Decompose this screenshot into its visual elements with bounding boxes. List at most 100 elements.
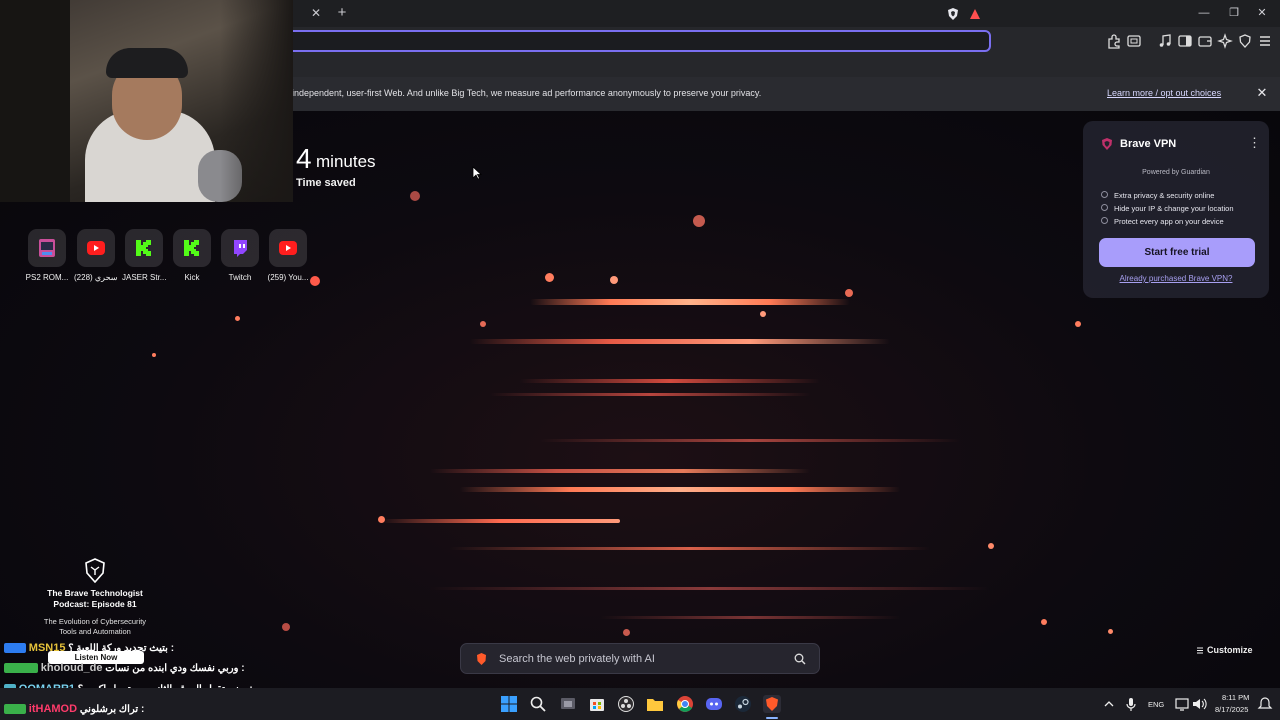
top-site-tile[interactable]: [28, 229, 66, 267]
top-site-tile[interactable]: [77, 229, 115, 267]
chevron-up-icon[interactable]: [1103, 695, 1115, 713]
banner-close-button[interactable]: ✕: [1255, 85, 1269, 101]
chrome-icon[interactable]: [676, 695, 694, 713]
chat-username: itHAMOD: [28, 703, 78, 715]
top-site-label: PS2 ROM...: [25, 273, 69, 282]
wallet-icon[interactable]: [1197, 33, 1213, 49]
youtube-icon: [279, 241, 297, 255]
search-box[interactable]: Search the web privately with AI: [460, 643, 820, 674]
brave-logo-icon: [477, 653, 486, 665]
tab-close-button[interactable]: ✕: [308, 5, 324, 21]
clock-date[interactable]: 8/17/2025: [1215, 705, 1248, 714]
customize-icon[interactable]: [1196, 646, 1204, 655]
media-icon[interactable]: [1157, 33, 1173, 49]
brave-browser-icon[interactable]: [763, 695, 781, 713]
start-free-trial-button[interactable]: Start free trial: [1099, 238, 1255, 267]
address-bar[interactable]: [282, 30, 991, 52]
vpn-title: Brave VPN: [1120, 138, 1177, 150]
top-site-tile[interactable]: [221, 229, 259, 267]
top-site-label: JASER Str...: [122, 273, 166, 282]
vpn-shield-icon: [1102, 138, 1112, 150]
kick-icon: [184, 240, 199, 256]
notification-bell-icon[interactable]: [1256, 695, 1274, 713]
brave-lion-icon: [85, 558, 105, 583]
top-site-label: (259) You...: [267, 273, 309, 282]
task-view-icon[interactable]: [559, 695, 577, 713]
menu-icon[interactable]: [1257, 33, 1273, 49]
clock-time[interactable]: 8:11 PM: [1222, 693, 1249, 702]
chat-badge-icon: [4, 643, 26, 654]
already-purchased-link[interactable]: Already purchased Brave VPN?: [1083, 274, 1269, 283]
chat-text: وربي نفسك ودي ابنده من نسات :: [105, 663, 245, 674]
customize-button[interactable]: Customize: [1207, 645, 1253, 655]
opt-out-link[interactable]: Learn more / opt out choices: [1107, 88, 1221, 98]
top-site-youtube-2[interactable]: (259) You...: [266, 229, 310, 282]
top-site-youtube-1[interactable]: (228) سحري...: [74, 229, 118, 282]
check-icon: [1101, 191, 1108, 198]
tab-search-icon[interactable]: [1126, 33, 1142, 49]
top-site-label: Kick: [184, 273, 200, 282]
microphone-icon[interactable]: [1124, 695, 1138, 713]
active-app-indicator: [766, 717, 778, 719]
new-tab-button[interactable]: +: [334, 4, 350, 22]
top-site-label: Twitch: [228, 273, 252, 282]
kick-icon: [136, 240, 151, 256]
podcast-title-line: The Brave Technologist: [47, 588, 143, 598]
search-icon[interactable]: [794, 653, 806, 665]
extensions-icon[interactable]: [1106, 33, 1122, 49]
podcast-title-line: Podcast: Episode 81: [53, 599, 137, 609]
time-saved-label: Time saved: [296, 177, 356, 189]
chat-message: kholoud_de وربي نفسك ودي ابنده من نسات :: [4, 662, 245, 674]
vpn-feature: Protect every app on your device: [1114, 217, 1224, 226]
top-site-ps2[interactable]: PS2 ROM...: [25, 229, 69, 282]
chat-username: kholoud_de: [40, 662, 103, 674]
language-indicator[interactable]: ENG: [1148, 700, 1164, 709]
brave-vpn-card: Brave VPN ⋮ Powered by Guardian Extra pr…: [1083, 121, 1269, 298]
search-icon[interactable]: [529, 695, 547, 713]
brave-shields-icon[interactable]: [946, 7, 960, 21]
discord-icon[interactable]: [705, 695, 723, 713]
obs-icon[interactable]: [617, 695, 635, 713]
ps2-icon: [39, 239, 55, 257]
vpn-feature: Extra privacy & security online: [1114, 191, 1215, 200]
mouse-cursor-icon: [472, 166, 482, 180]
time-saved-unit: minutes: [316, 152, 376, 171]
file-explorer-icon[interactable]: [646, 695, 664, 713]
top-site-tile[interactable]: [173, 229, 211, 267]
podcast-title: The Brave Technologist Podcast: Episode …: [0, 588, 190, 610]
restore-button[interactable]: ❐: [1226, 5, 1242, 21]
windows-start-icon[interactable]: [500, 695, 518, 713]
leo-ai-icon[interactable]: [1217, 33, 1233, 49]
top-site-twitch[interactable]: Twitch: [218, 229, 262, 282]
top-site-tile[interactable]: [125, 229, 163, 267]
podcast-subtitle-line: Tools and Automation: [59, 627, 131, 636]
top-site-tile[interactable]: [269, 229, 307, 267]
sidebar-icon[interactable]: [1177, 33, 1193, 49]
volume-icon[interactable]: [1191, 695, 1209, 713]
podcast-subtitle: The Evolution of Cybersecurity Tools and…: [0, 617, 190, 637]
webcam-overlay: [0, 0, 293, 202]
vpn-shield-icon[interactable]: [1237, 33, 1253, 49]
close-window-button[interactable]: ✕: [1254, 5, 1270, 21]
twitch-icon: [234, 240, 247, 257]
banner-text: independent, user-first Web. And unlike …: [292, 88, 762, 98]
chat-text: تراك برشلوني :: [79, 704, 145, 715]
search-placeholder: Search the web privately with AI: [499, 653, 655, 665]
vpn-powered-by: Powered by Guardian: [1142, 169, 1210, 176]
vpn-more-icon[interactable]: ⋮: [1248, 135, 1261, 151]
top-site-jaser[interactable]: JASER Str...: [122, 229, 166, 282]
top-site-label: (228) سحري...: [74, 273, 118, 282]
store-icon[interactable]: [588, 695, 606, 713]
chat-badge-icon: [4, 704, 26, 715]
vpn-feature: Hide your IP & change your location: [1114, 204, 1234, 213]
steam-icon[interactable]: [734, 695, 752, 713]
minimize-button[interactable]: —: [1196, 5, 1212, 21]
check-icon: [1101, 204, 1108, 211]
top-site-kick[interactable]: Kick: [170, 229, 214, 282]
chat-badge-icon: [4, 663, 38, 674]
check-icon: [1101, 217, 1108, 224]
taskbar: ENG 8:11 PM 8/17/2025: [0, 688, 1280, 720]
brave-rewards-icon[interactable]: [969, 8, 981, 20]
network-icon[interactable]: [1174, 695, 1192, 713]
chat-message: itHAMOD تراك برشلوني :: [4, 703, 144, 715]
